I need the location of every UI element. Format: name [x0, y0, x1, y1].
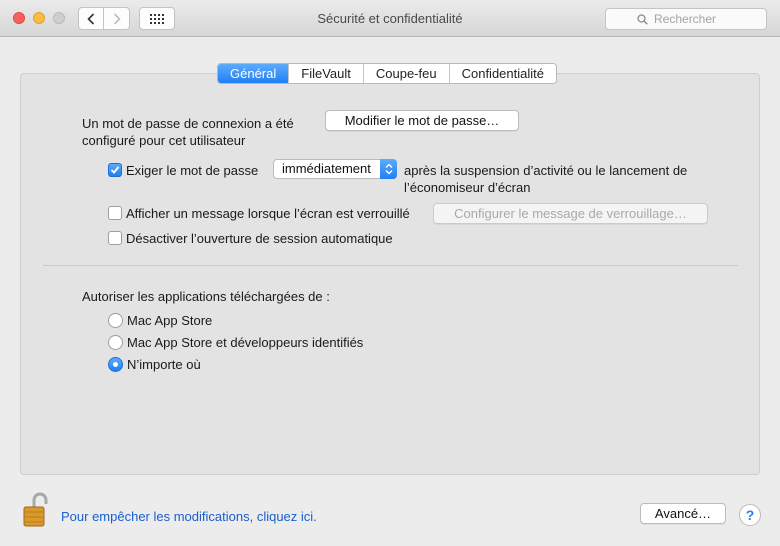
- disable-autologin-label: Désactiver l’ouverture de session automa…: [126, 231, 393, 246]
- lock-button[interactable]: [21, 492, 51, 528]
- disable-autologin-checkbox[interactable]: [108, 231, 122, 245]
- require-password-label: Exiger le mot de passe: [126, 163, 259, 178]
- tab-privacy[interactable]: Confidentialité: [448, 64, 556, 83]
- radio-anywhere-label: N’importe où: [127, 357, 201, 372]
- change-password-button[interactable]: Modifier le mot de passe…: [325, 110, 519, 131]
- radio-identified-developers-label: Mac App Store et développeurs identifiés: [127, 335, 364, 350]
- password-info-line1: Un mot de passe de connexion a été: [82, 116, 294, 131]
- title-bar: Sécurité et confidentialité: [0, 0, 780, 37]
- unlocked-padlock-icon: [23, 492, 48, 527]
- lock-instruction-link[interactable]: Pour empêcher les modifications, cliquez…: [61, 509, 317, 524]
- require-password-suffix-line2: l’économiseur d’écran: [404, 180, 531, 195]
- search-input[interactable]: [654, 12, 764, 26]
- tab-bar: Général FileVault Coupe-feu Confidential…: [217, 63, 557, 84]
- checkmark-icon: [110, 166, 120, 174]
- advanced-button[interactable]: Avancé…: [640, 503, 726, 524]
- radio-identified-developers[interactable]: [108, 335, 123, 350]
- tab-general[interactable]: Général: [218, 64, 289, 83]
- require-password-checkbox[interactable]: [108, 163, 122, 177]
- tab-filevault[interactable]: FileVault: [288, 64, 363, 83]
- radio-mac-app-store[interactable]: [108, 313, 123, 328]
- section-divider: [43, 265, 738, 266]
- tab-firewall[interactable]: Coupe-feu: [362, 64, 449, 83]
- search-field[interactable]: [605, 8, 767, 30]
- help-button[interactable]: ?: [739, 504, 761, 526]
- select-arrows-icon: [380, 159, 397, 179]
- password-info-line2: configuré pour cet utilisateur: [82, 133, 246, 148]
- password-delay-value: immédiatement: [282, 161, 371, 176]
- search-icon: [637, 14, 648, 25]
- show-message-label: Afficher un message lorsque l’écran est …: [126, 206, 410, 221]
- radio-anywhere[interactable]: [108, 357, 123, 372]
- show-message-checkbox[interactable]: [108, 206, 122, 220]
- radio-mac-app-store-label: Mac App Store: [127, 313, 213, 328]
- configure-message-button[interactable]: Configurer le message de verrouillage…: [433, 203, 708, 224]
- password-delay-select[interactable]: immédiatement: [273, 159, 397, 179]
- allow-apps-heading: Autoriser les applications téléchargées …: [82, 289, 330, 304]
- preferences-window: Sécurité et confidentialité Général File…: [0, 0, 780, 546]
- require-password-suffix-line1: après la suspension d’activité ou le lan…: [404, 163, 688, 178]
- general-panel: Un mot de passe de connexion a été confi…: [20, 73, 760, 475]
